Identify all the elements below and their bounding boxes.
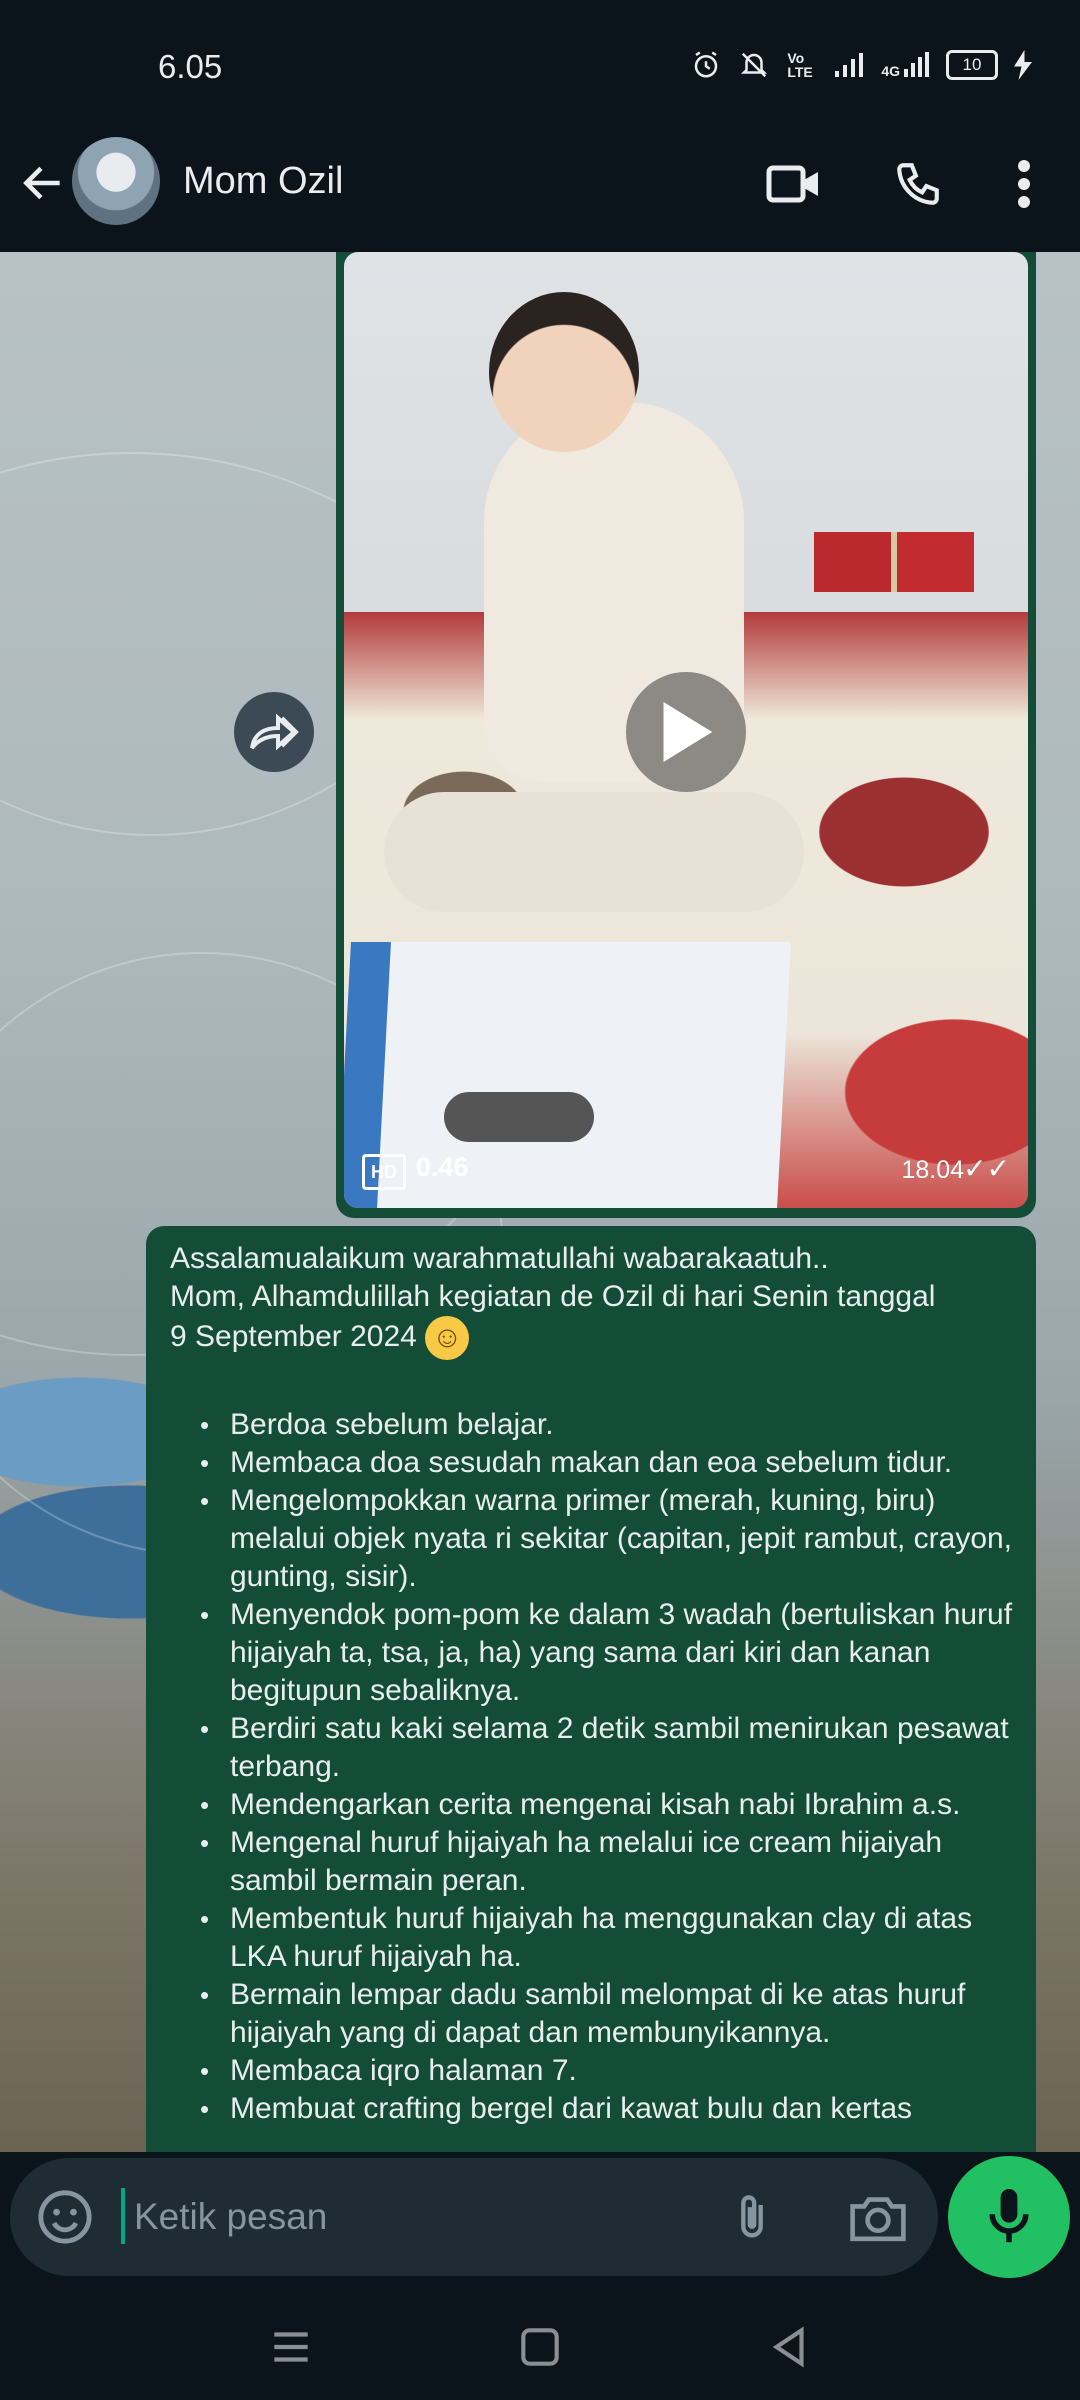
emoji-icon[interactable] xyxy=(36,2188,94,2246)
list-item: Menyendok pom-pom ke dalam 3 wadah (bert… xyxy=(170,1596,1030,1710)
chat-header: Mom Ozil xyxy=(0,130,1080,252)
voice-call-button[interactable] xyxy=(888,154,948,214)
message-intro: Assalamualaikum warahmatullahi wabarakaa… xyxy=(170,1240,1020,1360)
intro-line: Assalamualaikum warahmatullahi wabarakaa… xyxy=(170,1242,829,1275)
video-call-icon xyxy=(766,165,818,203)
mic-button[interactable] xyxy=(948,2156,1070,2278)
battery-icon: 10 xyxy=(946,50,998,80)
list-item: Membentuk huruf hijaiyah ha menggunakan … xyxy=(170,1900,1030,1976)
activity-board-in-video xyxy=(344,942,791,1208)
list-item: Mengelompokkan warna primer (merah, kuni… xyxy=(170,1482,1030,1596)
message-input[interactable] xyxy=(132,2184,696,2250)
more-options-button[interactable] xyxy=(994,154,1054,214)
mic-icon xyxy=(989,2189,1029,2243)
activity-list: Berdoa sebelum belajar. Membaca doa sesu… xyxy=(170,1406,1030,2128)
contact-name[interactable]: Mom Ozil xyxy=(183,160,343,203)
child-legs-in-video xyxy=(384,792,804,912)
intro-line: Mom, Alhamdulillah kegiatan de Ozil di h… xyxy=(170,1280,936,1313)
video-message-bubble[interactable]: HD 0.46 18.04 ✓✓ xyxy=(336,252,1036,1218)
message-composer xyxy=(10,2158,938,2276)
list-item: Bermain lempar dadu sambil melompat di k… xyxy=(170,1976,1030,2052)
forward-button[interactable] xyxy=(234,692,314,772)
charging-icon xyxy=(1014,50,1032,80)
attach-icon[interactable] xyxy=(726,2190,778,2246)
clay-in-video xyxy=(444,1092,594,1142)
mute-icon xyxy=(741,52,768,78)
books-in-video xyxy=(814,532,974,592)
play-icon xyxy=(663,702,713,762)
chat-area[interactable]: HD 0.46 18.04 ✓✓ Assalamualaikum warahma… xyxy=(0,252,1080,2152)
list-item: Membuat crafting bergel dari kawat bulu … xyxy=(170,2090,1030,2128)
volte-icon: Vo LTE xyxy=(787,50,813,80)
camera-icon[interactable] xyxy=(848,2190,908,2246)
play-button[interactable] xyxy=(626,672,746,792)
avatar[interactable] xyxy=(72,137,160,225)
forward-icon xyxy=(250,713,299,751)
system-navigation-bar xyxy=(0,2290,1080,2400)
signal-icon xyxy=(835,53,864,77)
home-icon[interactable] xyxy=(515,2322,565,2372)
video-call-button[interactable] xyxy=(764,154,824,214)
video-thumbnail[interactable]: HD 0.46 18.04 ✓✓ xyxy=(344,252,1028,1208)
network-type-label: 4G xyxy=(881,63,900,79)
list-item: Mengenal huruf hijaiyah ha melalui ice c… xyxy=(170,1824,1030,1900)
status-icons: Vo LTE 4G 10 xyxy=(691,50,1032,80)
alarm-icon xyxy=(695,51,718,78)
status-time: 6.05 xyxy=(158,48,223,85)
list-item: Berdiri satu kaki selama 2 detik sambil … xyxy=(170,1710,1030,1786)
hd-badge: HD xyxy=(362,1154,406,1190)
video-duration: 0.46 xyxy=(416,1152,469,1182)
back-arrow-icon[interactable] xyxy=(18,158,68,208)
back-nav-icon[interactable] xyxy=(764,2322,814,2372)
status-bar: 6.05 Vo LTE 4G 10 xyxy=(0,0,1080,130)
list-item: Berdoa sebelum belajar. xyxy=(170,1406,1030,1444)
voice-call-icon xyxy=(897,163,939,205)
text-caret xyxy=(121,2188,125,2244)
intro-date: 9 September 2024 xyxy=(170,1319,417,1353)
list-item: Mendengarkan cerita mengenai kisah nabi … xyxy=(170,1786,1030,1824)
recent-apps-icon[interactable] xyxy=(266,2322,316,2372)
list-item: Membaca iqro halaman 7. xyxy=(170,2052,1030,2090)
text-message-bubble[interactable]: Assalamualaikum warahmatullahi wabarakaa… xyxy=(146,1226,1036,2152)
child-head-in-video xyxy=(489,292,639,452)
message-time: 18.04 xyxy=(901,1156,964,1184)
smiling-emoji-icon: ☺ xyxy=(425,1316,470,1360)
list-item: Membaca doa sesudah makan dan eoa sebelu… xyxy=(170,1444,1030,1482)
more-options-icon xyxy=(1018,160,1030,208)
intro-line: 9 September 2024 ☺ xyxy=(170,1316,1020,1360)
read-ticks-icon: ✓✓ xyxy=(963,1153,1010,1184)
signal-4g-icon: 4G xyxy=(881,51,930,79)
